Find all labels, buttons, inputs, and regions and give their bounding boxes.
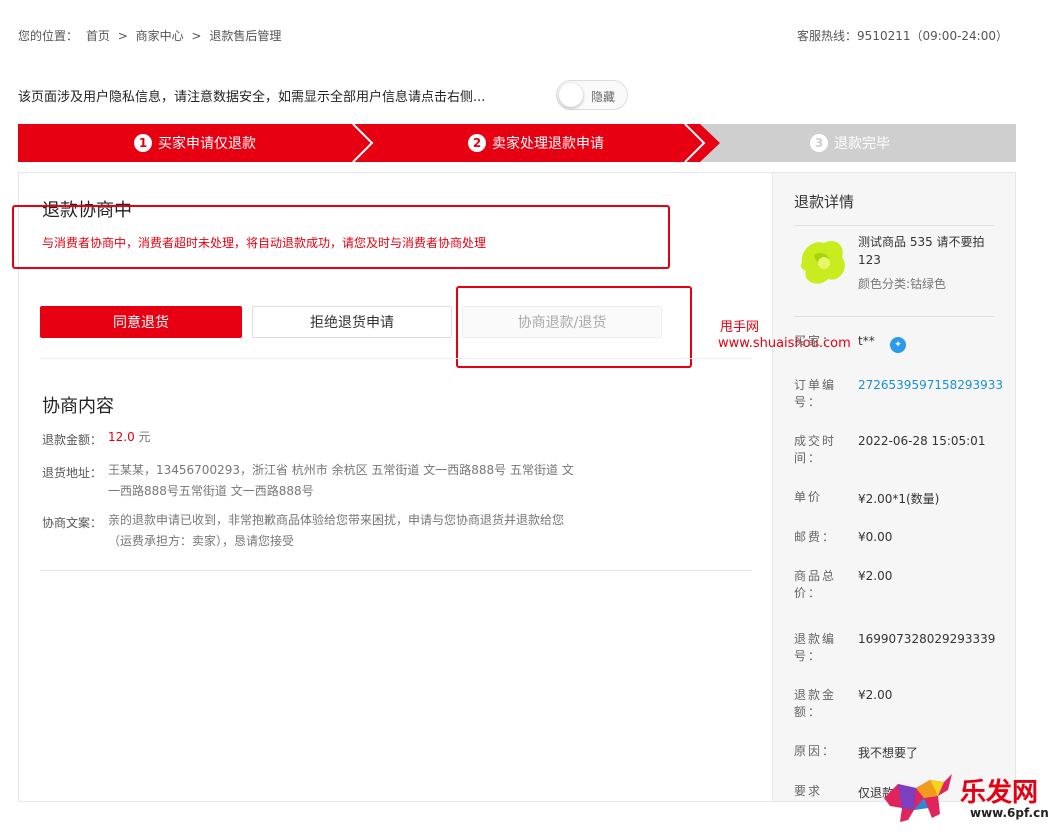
refund-amount-label: 退款金额： (42, 433, 103, 447)
refund-details-title: 退款详情 (794, 193, 855, 211)
postage-label: 邮费： (794, 530, 837, 544)
privacy-hide-toggle[interactable]: 隐藏 (556, 80, 628, 110)
step-chevron-icon (684, 124, 706, 162)
agree-return-button[interactable]: 同意退货 (40, 306, 242, 338)
negotiation-text-label: 协商文案： (42, 516, 103, 530)
breadcrumb-prefix: 您的位置： (18, 29, 79, 43)
negotiation-content-title: 协商内容 (42, 396, 114, 417)
product-name[interactable]: 测试商品 535 请不要拍 123 (858, 233, 994, 269)
total-price-value: ¥2.00 (858, 569, 893, 583)
unit-price-label: 单价 (794, 490, 823, 504)
privacy-notice: 该页面涉及用户隐私信息，请注意数据安全，如需显示全部用户信息请点击右侧... (18, 90, 486, 105)
logo-bull-icon (884, 774, 952, 822)
refund-number-label: 退款编号： (794, 632, 837, 663)
deal-time-value: 2022-06-28 15:05:01 (858, 434, 986, 448)
request-label: 要求 (794, 784, 823, 798)
reason-value: 我不想要了 (858, 746, 919, 760)
refund-amount-detail-label: 退款金额： (794, 688, 837, 719)
breadcrumb-merchant-link[interactable]: 商家中心 (136, 29, 184, 43)
reject-return-button[interactable]: 拒绝退货申请 (252, 306, 452, 338)
step-refund-complete: 3 退款完毕 (684, 124, 1016, 162)
breadcrumb-home-link[interactable]: 首页 (86, 29, 110, 43)
return-address-value: 王某某，13456700293，浙江省 杭州市 余杭区 五常街道 文一西路888… (108, 463, 574, 498)
product-attribute: 颜色分类:钴绿色 (858, 277, 947, 291)
step-label: 卖家处理退款申请 (492, 136, 604, 152)
chat-icon[interactable]: ✦ (890, 337, 906, 353)
service-hotline: 客服热线：9510211（09:00-24:00） (797, 29, 1008, 43)
highlight-box (12, 205, 670, 269)
divider (794, 225, 994, 226)
step-label: 退款完毕 (834, 136, 890, 152)
divider (40, 570, 752, 571)
negotiation-text-value: 亲的退款申请已收到，非常抱歉商品体验给您带来困扰，申请与您协商退货并退款给您（运… (108, 513, 565, 548)
refund-amount-unit: 元 (138, 430, 151, 444)
postage-value: ¥0.00 (858, 530, 893, 544)
order-number-link[interactable]: 2726539597158293933 (858, 378, 1003, 392)
deal-time-label: 成交时间： (794, 434, 837, 465)
breadcrumb-separator: > (117, 29, 128, 43)
step-number: 1 (134, 134, 152, 152)
logo-text: 乐发网 (960, 778, 1039, 808)
toggle-label: 隐藏 (591, 90, 616, 104)
watermark-text: 甩手网 (720, 320, 760, 335)
step-number: 2 (468, 134, 486, 152)
breadcrumb-current: 退款售后管理 (209, 29, 282, 43)
refund-amount: 12.0 元 (108, 427, 578, 448)
total-price-label: 商品总价： (794, 569, 837, 600)
reason-label: 原因： (794, 744, 837, 758)
divider (794, 316, 994, 317)
order-number-label: 订单编号： (794, 378, 837, 409)
refund-amount-value: 12.0 (108, 430, 135, 444)
breadcrumb-separator: > (191, 29, 202, 43)
highlight-box (456, 286, 692, 368)
logo-url: www.6pf.cn (970, 806, 1049, 820)
toggle-knob (559, 83, 583, 107)
step-seller-processing: 2 卖家处理退款申请 (352, 124, 720, 162)
refund-amount-detail-value: ¥2.00 (858, 688, 893, 702)
step-number: 3 (810, 134, 828, 152)
divider (40, 358, 752, 359)
unit-price-value: ¥2.00*1(数量) (858, 492, 940, 506)
step-chevron-icon (352, 124, 374, 162)
breadcrumb: 您的位置： 首页 > 商家中心 > 退款售后管理 (18, 27, 285, 44)
step-buyer-apply: 1 买家申请仅退款 (18, 124, 372, 162)
buyer-value: t** (858, 334, 875, 348)
product-thumbnail[interactable] (794, 233, 850, 291)
refund-steps: 3 退款完毕 2 卖家处理退款申请 1 买家申请仅退款 (18, 124, 1016, 162)
refund-number-value: 169907328029293339 (858, 632, 996, 646)
step-label: 买家申请仅退款 (158, 136, 256, 152)
buyer-label: 买家： (794, 334, 837, 348)
return-address-label: 退货地址： (42, 466, 103, 480)
